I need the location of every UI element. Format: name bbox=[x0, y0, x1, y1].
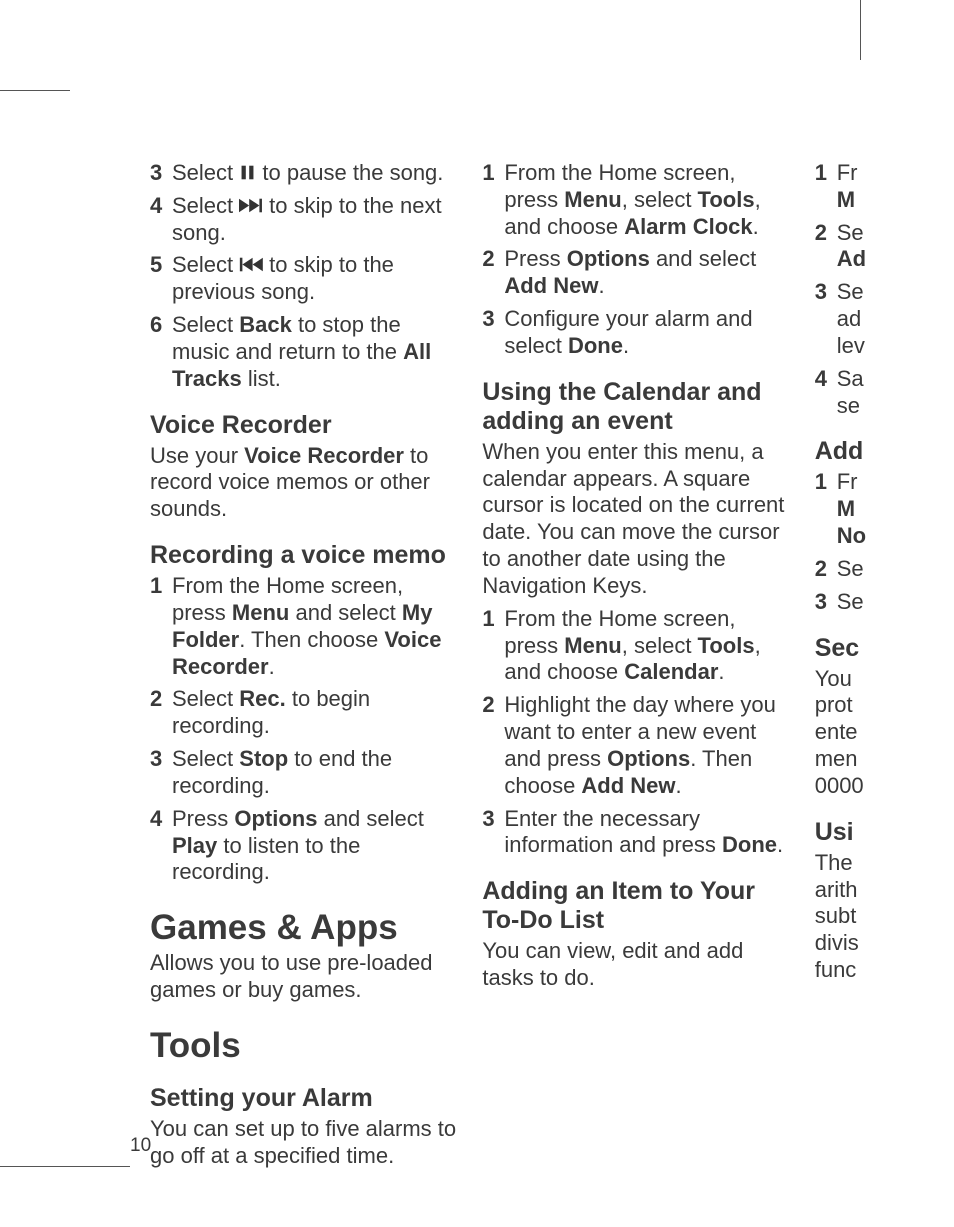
step-number: 2 bbox=[815, 556, 837, 583]
step-number: 2 bbox=[815, 220, 837, 274]
step-number: 3 bbox=[815, 589, 837, 616]
step-text: FrM bbox=[837, 160, 954, 214]
heading-clipped-add: Add bbox=[815, 437, 954, 466]
step-text: SeAd bbox=[837, 220, 954, 274]
step-item-clipped: 3Seadlev bbox=[815, 279, 954, 359]
step-item: 2Select Rec. to begin recording. bbox=[150, 686, 462, 740]
step-item: 5Select to skip to the previous song. bbox=[150, 252, 462, 306]
crop-mark-right bbox=[860, 0, 861, 60]
heading-games-apps: Games & Apps bbox=[150, 908, 462, 948]
paragraph-clipped-sec: You protentemen0000 bbox=[815, 666, 954, 800]
step-item-clipped: 1FrM bbox=[815, 160, 954, 214]
step-item: 1From the Home screen, press Menu, selec… bbox=[482, 606, 794, 686]
crop-mark-bottom bbox=[0, 1166, 130, 1167]
step-text: Select Rec. to begin recording. bbox=[172, 686, 462, 740]
step-text: From the Home screen, press Menu, select… bbox=[504, 160, 794, 240]
step-item: 1From the Home screen, press Menu and se… bbox=[150, 573, 462, 680]
step-text: Sase bbox=[837, 366, 954, 420]
step-item-clipped: 1FrMNo bbox=[815, 469, 954, 549]
step-item: 4Press Options and select Play to listen… bbox=[150, 806, 462, 886]
step-text: Select to pause the song. bbox=[172, 160, 462, 187]
step-item: 2Highlight the day where you want to ent… bbox=[482, 692, 794, 799]
step-number: 1 bbox=[815, 469, 837, 549]
step-number: 2 bbox=[482, 246, 504, 300]
step-item: 3Select Stop to end the recording. bbox=[150, 746, 462, 800]
step-item: 6Select Back to stop the music and retur… bbox=[150, 312, 462, 392]
steps-group: 1FrMNo2Se3Se bbox=[815, 469, 954, 615]
page-content: 3Select to pause the song.4Select to ski… bbox=[150, 160, 954, 1127]
step-text: From the Home screen, press Menu and sel… bbox=[172, 573, 462, 680]
step-number: 1 bbox=[815, 160, 837, 214]
step-text: Se bbox=[837, 589, 954, 616]
paragraph-calendar: When you enter this menu, a calendar app… bbox=[482, 439, 794, 600]
step-number: 2 bbox=[150, 686, 172, 740]
step-number: 1 bbox=[150, 573, 172, 680]
steps-group: 1From the Home screen, press Menu and se… bbox=[150, 573, 462, 886]
paragraph-voice-recorder: Use your Voice Recorder to record voice … bbox=[150, 443, 462, 523]
step-text: FrMNo bbox=[837, 469, 954, 549]
paragraph-games-apps: Allows you to use pre-loaded games or bu… bbox=[150, 950, 462, 1004]
heading-clipped-sec: Sec bbox=[815, 634, 954, 663]
step-item-clipped: 2SeAd bbox=[815, 220, 954, 274]
step-text: Se bbox=[837, 556, 954, 583]
column-3-clipped: 1FrM2SeAd3Seadlev4Sase Add 1FrMNo2Se3Se … bbox=[815, 160, 954, 1127]
step-number: 6 bbox=[150, 312, 172, 392]
step-text: Select to skip to the previous song. bbox=[172, 252, 462, 306]
step-number: 4 bbox=[150, 806, 172, 886]
step-item-clipped: 2Se bbox=[815, 556, 954, 583]
step-number: 3 bbox=[150, 160, 172, 187]
heading-todo-list: Adding an Item to Your To-Do List bbox=[482, 877, 794, 935]
step-text: Select to skip to the next song. bbox=[172, 193, 462, 247]
steps-group: 3Select to pause the song.4Select to ski… bbox=[150, 160, 462, 393]
heading-tools: Tools bbox=[150, 1026, 462, 1066]
step-item: 3Select to pause the song. bbox=[150, 160, 462, 187]
next-icon bbox=[239, 197, 263, 214]
step-number: 2 bbox=[482, 692, 504, 799]
step-number: 3 bbox=[482, 806, 504, 860]
step-text: Enter the necessary information and pres… bbox=[504, 806, 794, 860]
step-item-clipped: 3Se bbox=[815, 589, 954, 616]
step-text: Select Back to stop the music and return… bbox=[172, 312, 462, 392]
step-number: 1 bbox=[482, 160, 504, 240]
heading-setting-alarm: Setting your Alarm bbox=[150, 1084, 462, 1113]
step-item: 3Configure your alarm and select Done. bbox=[482, 306, 794, 360]
step-number: 3 bbox=[815, 279, 837, 359]
step-text: Press Options and select Add New. bbox=[504, 246, 794, 300]
heading-voice-recorder: Voice Recorder bbox=[150, 411, 462, 440]
crop-mark-top bbox=[0, 90, 70, 91]
paragraph-todo: You can view, edit and add tasks to do. bbox=[482, 938, 794, 992]
step-number: 1 bbox=[482, 606, 504, 686]
step-item: 4Select to skip to the next song. bbox=[150, 193, 462, 247]
heading-recording-memo: Recording a voice memo bbox=[150, 541, 462, 570]
step-text: Configure your alarm and select Done. bbox=[504, 306, 794, 360]
prev-icon bbox=[239, 256, 263, 273]
pause-icon bbox=[239, 164, 256, 181]
steps-group: 1FrM2SeAd3Seadlev4Sase bbox=[815, 160, 954, 419]
steps-group: 1From the Home screen, press Menu, selec… bbox=[482, 606, 794, 859]
step-item: 2Press Options and select Add New. bbox=[482, 246, 794, 300]
step-number: 3 bbox=[482, 306, 504, 360]
step-item: 1From the Home screen, press Menu, selec… bbox=[482, 160, 794, 240]
step-text: Seadlev bbox=[837, 279, 954, 359]
step-item-clipped: 4Sase bbox=[815, 366, 954, 420]
step-text: From the Home screen, press Menu, select… bbox=[504, 606, 794, 686]
paragraph-setting-alarm: You can set up to five alarms to go off … bbox=[150, 1116, 462, 1170]
column-2: 1From the Home screen, press Menu, selec… bbox=[482, 160, 814, 1127]
column-1: 3Select to pause the song.4Select to ski… bbox=[150, 160, 482, 1127]
heading-clipped-usi: Usi bbox=[815, 818, 954, 847]
step-number: 5 bbox=[150, 252, 172, 306]
page-number: 10 bbox=[130, 1135, 151, 1157]
steps-group: 1From the Home screen, press Menu, selec… bbox=[482, 160, 794, 360]
step-text: Select Stop to end the recording. bbox=[172, 746, 462, 800]
step-number: 4 bbox=[815, 366, 837, 420]
step-item: 3Enter the necessary information and pre… bbox=[482, 806, 794, 860]
step-number: 4 bbox=[150, 193, 172, 247]
step-text: Press Options and select Play to listen … bbox=[172, 806, 462, 886]
paragraph-clipped-usi: The arithsubtdivisfunc bbox=[815, 850, 954, 984]
step-number: 3 bbox=[150, 746, 172, 800]
step-text: Highlight the day where you want to ente… bbox=[504, 692, 794, 799]
heading-using-calendar: Using the Calendar and adding an event bbox=[482, 378, 794, 436]
